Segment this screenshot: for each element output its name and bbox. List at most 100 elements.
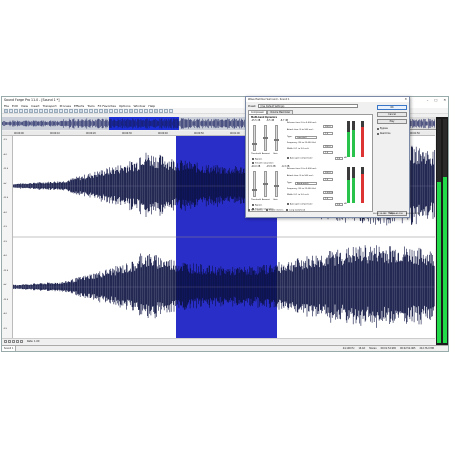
menu-window[interactable]: Window xyxy=(134,104,146,108)
toolbar-button[interactable] xyxy=(114,108,118,113)
toolbar-button[interactable] xyxy=(49,108,53,113)
bypass-checkbox[interactable]: Bypass xyxy=(377,127,388,130)
slider-knob[interactable] xyxy=(252,188,257,191)
band-bypass-checkbox[interactable]: Bypass xyxy=(252,204,262,207)
menu-help[interactable]: Help xyxy=(148,104,155,108)
toolbar-button[interactable] xyxy=(134,108,138,113)
slider-knob[interactable] xyxy=(252,142,257,145)
toolbar-button[interactable] xyxy=(64,108,68,113)
toolbar-button[interactable] xyxy=(144,108,148,113)
toolbar-button[interactable] xyxy=(79,108,83,113)
menu-fx-favorites[interactable]: FX Favorites xyxy=(98,104,116,108)
toolbar-button[interactable] xyxy=(129,108,133,113)
preview-button[interactable]: Play xyxy=(377,119,407,124)
toolbar-button[interactable] xyxy=(9,108,13,113)
maximize-icon[interactable]: □ xyxy=(434,98,437,102)
toolbar-button[interactable] xyxy=(19,108,23,113)
dialog-option-checkbox[interactable]: Long lookahead xyxy=(286,209,305,212)
toolbar-button[interactable] xyxy=(164,108,168,113)
slider-knob[interactable] xyxy=(274,185,279,188)
level-axis: -2.5 -6.0 -12.0 -Inf -12.0 -6.0 -2.5 -2.5 -6.0 -1… xyxy=(2,136,13,338)
dialog-option-checkbox[interactable]: Sync stereo xyxy=(248,209,263,212)
menu-effects[interactable]: Effects xyxy=(74,104,84,108)
toolbar-button[interactable] xyxy=(149,108,153,113)
document-tab[interactable]: Sound 1 xyxy=(2,346,17,351)
freq-input[interactable]: 200.0 xyxy=(323,145,333,148)
close-icon[interactable]: ✕ xyxy=(443,98,446,102)
toolbar-button[interactable] xyxy=(14,108,18,113)
attack-input[interactable]: 1.0 xyxy=(323,132,333,135)
auto-gain-checkbox[interactable]: Auto gain compensate xyxy=(287,157,313,160)
width-input[interactable]: 1.0 xyxy=(323,197,333,200)
toolbar-button[interactable] xyxy=(34,108,38,113)
slider-knob[interactable] xyxy=(263,182,268,185)
rewind-button[interactable] xyxy=(12,339,15,343)
toolbar-button[interactable] xyxy=(54,108,58,113)
auto-gain-checkbox[interactable]: Auto gain compensate xyxy=(287,203,313,206)
toolbar-button[interactable] xyxy=(159,108,163,113)
preset-select[interactable]: (Use Default Settings) xyxy=(258,104,359,108)
gain-slider[interactable] xyxy=(274,125,279,151)
slider-knob[interactable] xyxy=(274,139,279,142)
menu-view[interactable]: View xyxy=(21,104,28,108)
menu-process[interactable]: Process xyxy=(60,104,71,108)
amount-slider[interactable] xyxy=(263,125,268,151)
toolbar-button[interactable] xyxy=(104,108,108,113)
status-bar: Sound 1 44,100 Hz 16 bit Stereo 00:01:52.96… xyxy=(2,345,448,351)
level-tick-label: -2.5 xyxy=(3,139,7,141)
toolbar-button[interactable] xyxy=(74,108,78,113)
toolbar-button[interactable] xyxy=(24,108,28,113)
toolbar-button[interactable] xyxy=(124,108,128,113)
realtime-checkbox[interactable]: Real-time xyxy=(377,132,390,135)
type-select[interactable]: Band-notch xyxy=(295,182,317,185)
toolbar-button[interactable] xyxy=(109,108,113,113)
slider-knob[interactable] xyxy=(263,136,268,139)
width-input[interactable]: 1.0 xyxy=(323,151,333,154)
type-select[interactable]: Low-shelf xyxy=(295,136,317,139)
gain-slider[interactable] xyxy=(274,171,279,197)
forward-button[interactable] xyxy=(16,339,19,343)
gain-input[interactable]: 0.0 xyxy=(335,203,343,206)
toolbar-button[interactable] xyxy=(39,108,43,113)
toolbar-button[interactable] xyxy=(59,108,63,113)
release-input[interactable]: 200.0 xyxy=(323,171,333,174)
toolbar-button[interactable] xyxy=(84,108,88,113)
play-button[interactable] xyxy=(4,339,7,343)
menu-insert[interactable]: Insert xyxy=(31,104,40,108)
toolbar-button[interactable] xyxy=(99,108,103,113)
type-value: Low-shelf xyxy=(297,137,307,139)
toolbar-button[interactable] xyxy=(29,108,33,113)
release-input[interactable]: 200.0 xyxy=(323,125,333,128)
ok-button[interactable]: OK xyxy=(377,105,407,110)
freq-input[interactable]: 2,000.0 xyxy=(323,191,333,194)
menu-tools[interactable]: Tools xyxy=(87,104,94,108)
menu-options[interactable]: Options xyxy=(119,104,131,108)
threshold-slider[interactable] xyxy=(252,125,257,151)
menu-transport[interactable]: Transport xyxy=(43,104,57,108)
stop-button[interactable] xyxy=(8,339,11,343)
dialog-option-checkbox[interactable]: Enable meters xyxy=(265,209,283,212)
gain-input[interactable]: 0.0 xyxy=(335,157,343,160)
attack-input[interactable]: 1.0 xyxy=(323,178,333,181)
toolbar-button[interactable] xyxy=(169,108,173,113)
menu-edit[interactable]: Edit xyxy=(12,104,18,108)
band-bypass-checkbox[interactable]: Bypass xyxy=(252,158,262,161)
amount-label: Amount xyxy=(262,153,270,155)
toolbar-button[interactable] xyxy=(94,108,98,113)
cancel-button[interactable]: Cancel xyxy=(377,112,407,117)
toolbar-button[interactable] xyxy=(139,108,143,113)
toolbar-button[interactable] xyxy=(89,108,93,113)
toolbar-button[interactable] xyxy=(119,108,123,113)
amount-slider[interactable] xyxy=(263,171,268,197)
toolbar-button[interactable] xyxy=(4,108,8,113)
minimize-icon[interactable]: – xyxy=(427,98,429,102)
dialog-close-icon[interactable]: ✕ xyxy=(404,97,407,101)
threshold-slider[interactable] xyxy=(252,171,257,197)
toolbar-button[interactable] xyxy=(154,108,158,113)
toolbar-button[interactable] xyxy=(69,108,73,113)
loop-button[interactable] xyxy=(20,339,23,343)
band-level-readout: -15.5 dB xyxy=(266,165,276,168)
toolbar-button[interactable] xyxy=(44,108,48,113)
menu-file[interactable]: File xyxy=(4,104,9,108)
ok-label: OK xyxy=(390,106,394,109)
